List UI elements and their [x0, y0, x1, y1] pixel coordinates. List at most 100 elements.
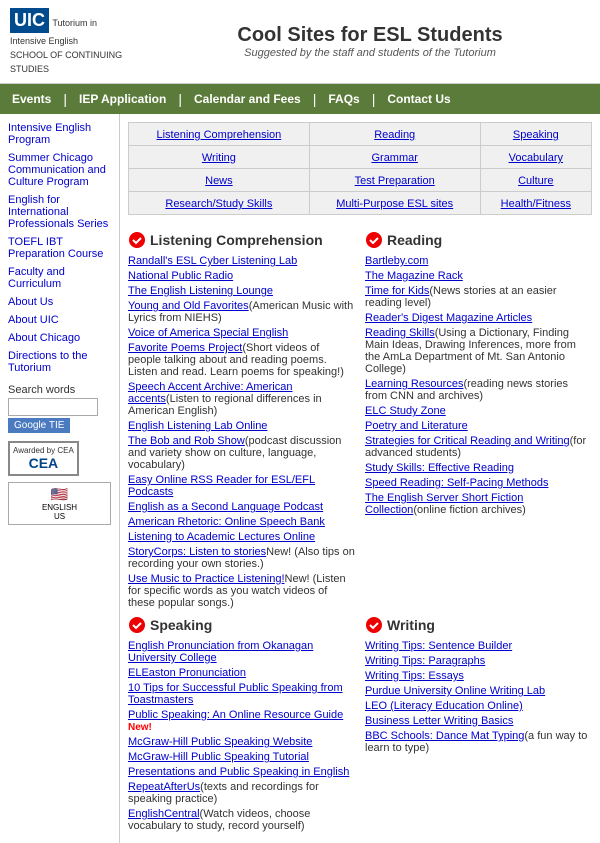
content-area: Listening Comprehension Reading Speaking… — [120, 114, 600, 843]
list-item: Time for Kids(News stories at an easier … — [365, 285, 592, 309]
sections-row-1: Listening Comprehension Randall's ESL Cy… — [128, 227, 592, 612]
listening-link-13[interactable]: StoryCorps: Listen to stories — [128, 546, 266, 558]
speaking-link-7[interactable]: RepeatAfterUs — [128, 781, 200, 793]
sidebar-item-about-chicago[interactable]: About Chicago — [8, 332, 111, 344]
listening-link-1[interactable]: National Public Radio — [128, 270, 233, 282]
cea-badge: Awarded by CEA CEA — [8, 441, 79, 476]
sidebar-item-about-uic[interactable]: About UIC — [8, 314, 111, 326]
listening-link-7[interactable]: English Listening Lab Online — [128, 420, 267, 432]
nav-link-grammar[interactable]: Grammar — [371, 152, 417, 164]
speaking-link-2[interactable]: 10 Tips for Successful Public Speaking f… — [128, 682, 343, 706]
reading-link-3[interactable]: Reader's Digest Magazine Articles — [365, 312, 532, 324]
list-item: RepeatAfterUs(texts and recordings for s… — [128, 781, 355, 805]
speaking-link-1[interactable]: ELEaston Pronunciation — [128, 667, 246, 679]
main-nav: Events | IEP Application | Calendar and … — [0, 84, 600, 114]
list-item: Strategies for Critical Reading and Writ… — [365, 435, 592, 459]
listening-link-3[interactable]: Young and Old Favorites — [128, 300, 249, 312]
speaking-link-8[interactable]: EnglishCentral — [128, 808, 200, 820]
listening-link-0[interactable]: Randall's ESL Cyber Listening Lab — [128, 255, 297, 267]
writing-link-4[interactable]: LEO (Literacy Education Online) — [365, 700, 523, 712]
sidebar-item-faculty[interactable]: Faculty and Curriculum — [8, 266, 111, 290]
nav-link-research[interactable]: Research/Study Skills — [165, 198, 272, 210]
english-us-text: ENGLISHUS — [12, 503, 107, 521]
listening-list: Randall's ESL Cyber Listening Lab Nation… — [128, 255, 355, 609]
listening-link-14[interactable]: Use Music to Practice Listening! — [128, 573, 285, 585]
reading-link-0[interactable]: Bartleby.com — [365, 255, 428, 267]
reading-link-5[interactable]: Learning Resources — [365, 378, 463, 390]
writing-link-1[interactable]: Writing Tips: Paragraphs — [365, 655, 485, 667]
list-item: American Rhetoric: Online Speech Bank — [128, 516, 355, 528]
reading-link-8[interactable]: Strategies for Critical Reading and Writ… — [365, 435, 570, 447]
writing-link-0[interactable]: Writing Tips: Sentence Builder — [365, 640, 512, 652]
speaking-link-0[interactable]: English Pronunciation from Okanagan Univ… — [128, 640, 313, 664]
speaking-link-6[interactable]: Presentations and Public Speaking in Eng… — [128, 766, 349, 778]
reading-link-2[interactable]: Time for Kids — [365, 285, 429, 297]
search-input[interactable] — [8, 398, 98, 416]
nav-link-culture[interactable]: Culture — [518, 175, 553, 187]
speaking-title: Speaking — [150, 617, 212, 633]
speaking-link-4[interactable]: McGraw-Hill Public Speaking Website — [128, 736, 312, 748]
list-item: Speed Reading: Self-Pacing Methods — [365, 477, 592, 489]
speaking-check-icon — [128, 616, 146, 634]
nav-link-listening[interactable]: Listening Comprehension — [157, 129, 282, 141]
reading-link-1[interactable]: The Magazine Rack — [365, 270, 463, 282]
speaking-link-3[interactable]: Public Speaking: An Online Resource Guid… — [128, 709, 343, 721]
nav-link-test-prep[interactable]: Test Preparation — [355, 175, 435, 187]
listening-link-9[interactable]: Easy Online RSS Reader for ESL/EFL Podca… — [128, 474, 315, 498]
listening-link-5[interactable]: Favorite Poems Project — [128, 342, 242, 354]
writing-link-5[interactable]: Business Letter Writing Basics — [365, 715, 513, 727]
listening-link-11[interactable]: American Rhetoric: Online Speech Bank — [128, 516, 325, 528]
listening-link-4[interactable]: Voice of America Special English — [128, 327, 288, 339]
sidebar-item-iep[interactable]: Intensive English Program — [8, 122, 111, 146]
nav-link-speaking[interactable]: Speaking — [513, 129, 559, 141]
google-tie-button[interactable]: Google TIE — [8, 418, 70, 433]
nav-events[interactable]: Events — [0, 88, 63, 110]
nav-link-multipurpose[interactable]: Multi-Purpose ESL sites — [336, 198, 453, 210]
nav-faqs[interactable]: FAQs — [316, 88, 371, 110]
nav-calendar[interactable]: Calendar and Fees — [182, 88, 313, 110]
nav-link-writing[interactable]: Writing — [202, 152, 236, 164]
nav-link-reading[interactable]: Reading — [374, 129, 415, 141]
sidebar-item-directions[interactable]: Directions to the Tutorium — [8, 350, 111, 374]
nav-contact[interactable]: Contact Us — [375, 88, 462, 110]
listening-link-12[interactable]: Listening to Academic Lectures Online — [128, 531, 315, 543]
listening-link-10[interactable]: English as a Second Language Podcast — [128, 501, 323, 513]
desc: (online fiction archives) — [413, 504, 526, 516]
sidebar-item-toefl[interactable]: TOEFL IBT Preparation Course — [8, 236, 111, 260]
uic-logo: UIC — [10, 8, 49, 33]
reading-link-4[interactable]: Reading Skills — [365, 327, 435, 339]
list-item: EnglishCentral(Watch videos, choose voca… — [128, 808, 355, 832]
speaking-link-5[interactable]: McGraw-Hill Public Speaking Tutorial — [128, 751, 309, 763]
writing-link-3[interactable]: Purdue University Online Writing Lab — [365, 685, 545, 697]
reading-link-9[interactable]: Study Skills: Effective Reading — [365, 462, 514, 474]
listening-link-2[interactable]: The English Listening Lounge — [128, 285, 273, 297]
speaking-section: Speaking English Pronunciation from Okan… — [128, 612, 355, 835]
writing-check-icon — [365, 616, 383, 634]
sidebar-item-english-intl[interactable]: English for International Professionals … — [8, 194, 111, 230]
list-item: Young and Old Favorites(American Music w… — [128, 300, 355, 324]
reading-link-6[interactable]: ELC Study Zone — [365, 405, 446, 417]
listening-header: Listening Comprehension — [128, 231, 355, 249]
list-item: Writing Tips: Paragraphs — [365, 655, 592, 667]
nav-table-row-1: Listening Comprehension Reading Speaking — [129, 123, 592, 146]
main-content: Intensive English Program Summer Chicago… — [0, 114, 600, 843]
reading-link-7[interactable]: Poetry and Literature — [365, 420, 468, 432]
list-item: Poetry and Literature — [365, 420, 592, 432]
list-item: ELEaston Pronunciation — [128, 667, 355, 679]
nav-iep[interactable]: IEP Application — [67, 88, 178, 110]
list-item: Reader's Digest Magazine Articles — [365, 312, 592, 324]
nav-link-news[interactable]: News — [205, 175, 233, 187]
reading-link-10[interactable]: Speed Reading: Self-Pacing Methods — [365, 477, 548, 489]
sidebar-item-summer[interactable]: Summer Chicago Communication and Culture… — [8, 152, 111, 188]
list-item: Public Speaking: An Online Resource Guid… — [128, 709, 355, 733]
sidebar-links: Intensive English Program Summer Chicago… — [8, 122, 111, 374]
listening-section: Listening Comprehension Randall's ESL Cy… — [128, 227, 355, 612]
writing-link-6[interactable]: BBC Schools: Dance Mat Typing — [365, 730, 524, 742]
writing-link-2[interactable]: Writing Tips: Essays — [365, 670, 464, 682]
nav-link-vocabulary[interactable]: Vocabulary — [509, 152, 563, 164]
nav-link-health[interactable]: Health/Fitness — [501, 198, 571, 210]
page-header: UIC Tutorium in Intensive English SCHOOL… — [0, 0, 600, 84]
writing-header: Writing — [365, 616, 592, 634]
sidebar-item-about-us[interactable]: About Us — [8, 296, 111, 308]
listening-link-8[interactable]: The Bob and Rob Show — [128, 435, 245, 447]
